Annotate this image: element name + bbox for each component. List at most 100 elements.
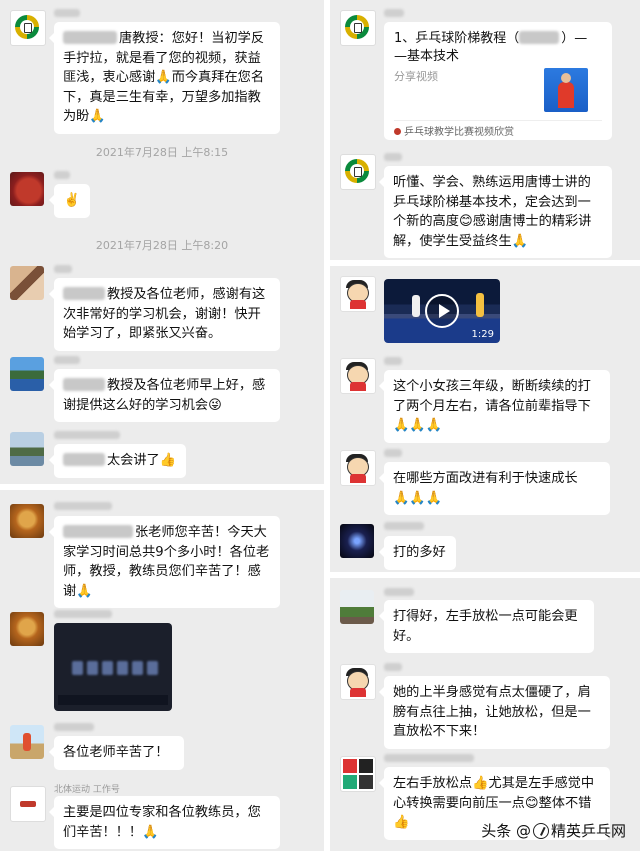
shared-screenshot-image[interactable]: [54, 623, 172, 711]
message-text: 在哪些方面改进有利于快速成长: [393, 471, 578, 486]
sender-name-blurred: [384, 754, 474, 762]
avatar-dark[interactable]: [340, 524, 374, 558]
message-bubble[interactable]: ✌️: [49, 184, 90, 218]
grid-cell: [359, 759, 373, 773]
message-text: 打得好，左手放松一点可能会更好。: [393, 609, 578, 644]
shared-video-card[interactable]: 1、乒乓球阶梯教程（ ）— —基本技术 分享视频 乒乓球教学比赛视频欣赏: [384, 22, 612, 140]
sender-name-blurred: [54, 431, 120, 439]
watermark: 头条 @ 精英乒乓网: [481, 820, 626, 841]
pray-emoji: 🙏: [89, 109, 106, 125]
share-title-line2: —基本技术: [394, 49, 460, 64]
pray-emoji: 🙏: [76, 583, 93, 599]
message-bubble[interactable]: 她的上半身感觉有点太僵硬了，肩膀有点往上抽，让她放松，但是一直放松不下来！: [379, 676, 610, 749]
video-message[interactable]: 1:29: [384, 279, 500, 343]
avatar-cartoon[interactable]: [340, 450, 376, 486]
sender-name-blurred: [54, 610, 112, 618]
blurred-name: [63, 378, 105, 391]
video-tile: [87, 661, 98, 675]
message-bubble[interactable]: 打得好，左手放松一点可能会更好。: [379, 600, 594, 654]
message-text-3: 整体不错: [538, 795, 592, 811]
avatar-cartoon[interactable]: [340, 276, 376, 312]
sender-name-blurred: [54, 356, 80, 364]
blurred-name: [63, 287, 105, 300]
sender-name-blurred: [384, 449, 402, 457]
avatar-cartoon[interactable]: [340, 358, 376, 394]
watermark-at: @: [515, 822, 531, 840]
sender-name-blurred: [384, 9, 404, 17]
avatar-grid[interactable]: [340, 756, 376, 792]
message-bubble[interactable]: 在哪些方面改进有利于快速成长 🙏🙏🙏: [379, 462, 610, 516]
pray-emoji: 🙏🙏🙏: [393, 490, 443, 506]
message-bubble[interactable]: 教授及各位老师早上好，感谢提供这么好的学习机会😜: [49, 369, 280, 423]
sender-name-blurred: [54, 502, 112, 510]
chat-panel-left-bottom: 张老师您辛苦！今天大家学习时间总共9个多小时！各位老师，教授，教练员您们辛苦了！…: [0, 490, 324, 851]
message-bubble[interactable]: 太会讲了👍: [49, 444, 186, 478]
message-bubble[interactable]: 张老师您辛苦！今天大家学习时间总共9个多小时！各位老师，教授，教练员您们辛苦了！…: [49, 516, 280, 609]
sender-name-text: 北体运动: [54, 785, 91, 795]
play-icon[interactable]: [425, 294, 459, 328]
avatar-monk[interactable]: [10, 504, 44, 538]
message-text: 太会讲了: [107, 453, 160, 468]
coach-figure: [558, 82, 574, 108]
sender-name-blurred: [384, 663, 402, 671]
avatar-cartoon[interactable]: [340, 664, 376, 700]
message-bubble[interactable]: 各位老师辛苦了！: [49, 736, 184, 770]
watermark-name: 精英乒乓网: [550, 822, 626, 840]
message-bubble[interactable]: 这个小女孩三年级，断断续续的打了两个月左右，请各位前辈指导下 🙏🙏🙏: [379, 370, 610, 443]
share-subtitle: 分享视频: [394, 70, 438, 83]
video-tile: [102, 661, 113, 675]
message-bubble[interactable]: 主要是四位专家和各位教练员，您们辛苦！！！🙏: [49, 796, 280, 850]
video-tile: [72, 661, 83, 675]
avatar-people[interactable]: [10, 725, 44, 759]
blurred-name: [63, 31, 117, 44]
message-bubble[interactable]: 唐教授：您好！当初学反手拧拉，就是看了您的视频，获益匪浅，衷心感谢🙏而今真拜在您…: [49, 22, 280, 134]
video-duration: 1:29: [471, 329, 494, 340]
sender-name-blurred: [54, 265, 72, 273]
chat-panel-right-bottom: 打得好，左手放松一点可能会更好。 她的上半身感觉有点太僵硬了，肩膀有点往上抽，让…: [330, 578, 640, 851]
sender-name-blurred: [54, 723, 94, 731]
video-tile: [147, 661, 158, 675]
message-text: 这个小女孩三年级，断断续续的打了两个月左右，请各位前辈指导下: [393, 379, 591, 414]
chat-panel-left-top: 唐教授：您好！当初学反手拧拉，就是看了您的视频，获益匪浅，衷心感谢🙏而今真拜在您…: [0, 0, 324, 484]
toolbar-strip: [58, 695, 168, 705]
message-bubble[interactable]: 教授及各位老师，感谢有这次非常好的学习机会，谢谢！快开始学习了，即紧张又兴奋。: [49, 278, 280, 351]
blurred-name: [63, 453, 105, 466]
video-tile: [132, 661, 143, 675]
chat-panel-right-top: 1、乒乓球阶梯教程（ ）— —基本技术 分享视频 乒乓球教学比赛视频欣赏 听懂、学…: [330, 0, 640, 260]
message-text: 左右手放松点: [393, 776, 473, 791]
message-bubble[interactable]: 打的多好: [379, 536, 456, 570]
smile-emoji: 😊: [524, 795, 539, 811]
avatar-beidi[interactable]: [10, 786, 46, 822]
avatar-logo[interactable]: [340, 10, 376, 46]
coach-head: [561, 73, 571, 83]
avatar-couple[interactable]: [10, 266, 44, 300]
avatar-lake[interactable]: [10, 357, 44, 391]
avatar-plant[interactable]: [340, 590, 374, 624]
message-bubble[interactable]: 听懂、学会、熟练运用唐博士讲的乒乓球阶梯基本技术，定会达到一个新的高度😊感谢唐博…: [379, 166, 612, 259]
smile-emoji: 😊: [458, 214, 473, 230]
avatar-monk[interactable]: [10, 612, 44, 646]
thumbs-up-emoji: 👍: [393, 815, 410, 831]
blurred-name: [519, 31, 560, 44]
timestamp: 2021年7月28日 上午8:15: [95, 146, 229, 159]
grid-cell: [359, 775, 373, 789]
avatar-logo[interactable]: [340, 154, 376, 190]
message-text: 各位老师辛苦了！: [63, 745, 169, 760]
pray-emoji: 🙏: [155, 70, 172, 86]
sender-tag: 工作号: [92, 785, 120, 795]
victory-emoji: ✌️: [63, 193, 81, 208]
share-thumbnail: [544, 68, 588, 112]
pray-emoji: 🙏🙏🙏: [393, 418, 443, 434]
avatar-apple[interactable]: [10, 172, 44, 206]
share-title: 1、乒乓球阶梯教程（ ）— —基本技术: [394, 30, 602, 66]
message-text: 主要是四位专家和各位教练员，您们辛苦！！！: [63, 805, 261, 840]
share-title-post: ）—: [561, 31, 588, 46]
wink-emoji: 😜: [208, 397, 222, 413]
avatar-logo[interactable]: [10, 10, 46, 46]
sender-name-blurred: [54, 9, 80, 17]
avatar-hills[interactable]: [10, 432, 44, 466]
sender-name-blurred: [384, 588, 414, 596]
pray-emoji: 🙏: [511, 233, 529, 249]
video-channel-icon: [394, 128, 401, 135]
pray-emoji: 🙏: [142, 824, 159, 840]
